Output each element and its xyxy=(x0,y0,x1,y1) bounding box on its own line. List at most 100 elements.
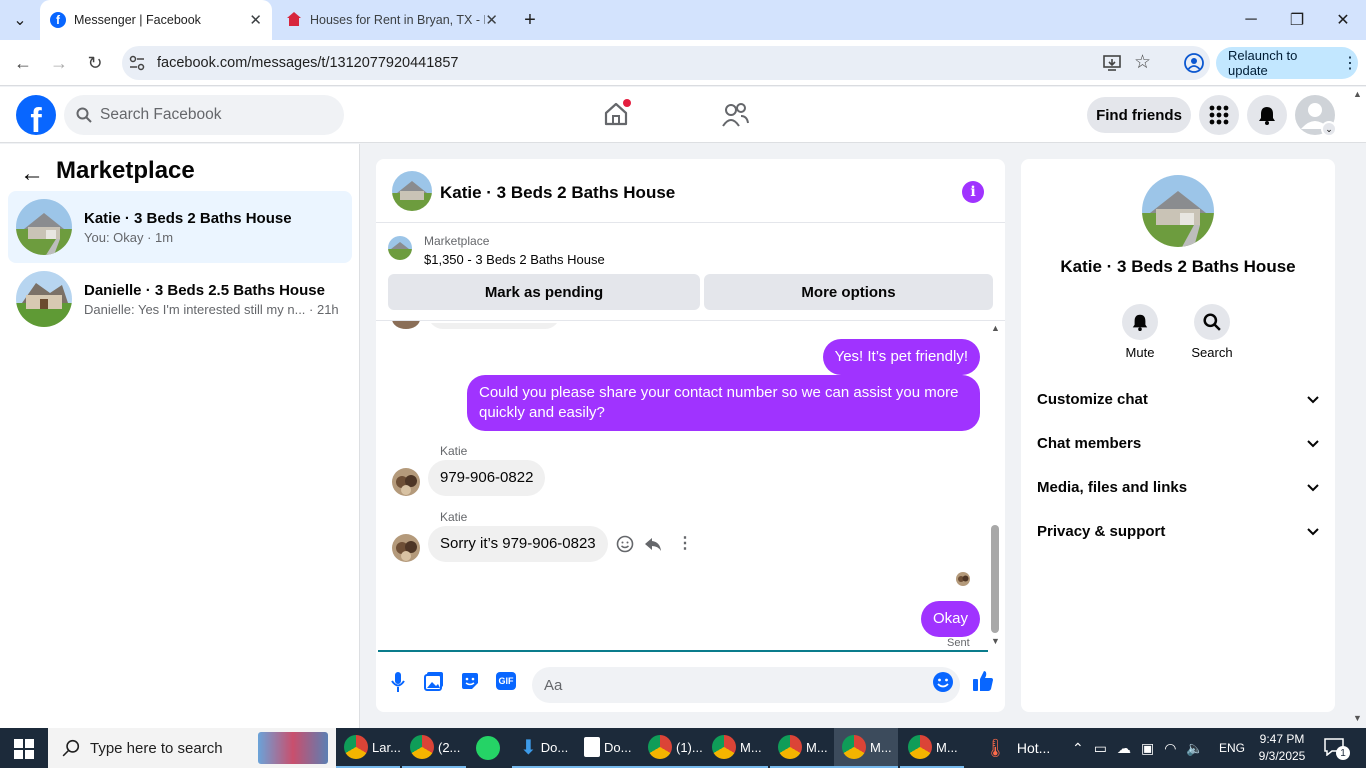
search-in-chat-icon[interactable] xyxy=(1194,304,1230,340)
tab-houses[interactable]: Houses for Rent in Bryan, TX - D ✕ xyxy=(276,0,508,40)
battery-icon[interactable]: ▭ xyxy=(1094,740,1107,757)
find-friends-button[interactable]: Find friends xyxy=(1087,97,1191,133)
language-indicator[interactable]: ENG xyxy=(1219,728,1245,768)
clock[interactable]: 9:47 PM 9/3/2025 xyxy=(1258,731,1306,765)
message-incoming[interactable]: 979-906-0822 xyxy=(428,460,546,496)
taskbar-app-downloads[interactable]: ⬇ Do... xyxy=(512,728,576,768)
new-tab-icon[interactable]: + xyxy=(510,0,550,40)
message-outgoing[interactable]: Yes! It’s pet friendly! xyxy=(822,339,980,375)
taskbar-app-document[interactable]: Do... xyxy=(576,728,640,768)
gif-icon[interactable]: GIF xyxy=(496,672,516,690)
taskbar-app-chrome-5[interactable]: M... xyxy=(770,728,834,768)
chevron-up-icon[interactable]: ⌃ xyxy=(1072,740,1084,757)
section-label: Privacy & support xyxy=(1037,523,1166,540)
close-window-icon[interactable]: ✕ xyxy=(1320,0,1366,40)
account-chevron-icon[interactable]: ⌄ xyxy=(1321,121,1337,137)
microphone-icon[interactable] xyxy=(390,671,406,698)
chat-members-section[interactable]: Chat members xyxy=(1037,435,1319,452)
forward-icon[interactable]: → xyxy=(44,48,74,78)
mark-as-pending-button[interactable]: Mark as pending xyxy=(388,274,700,310)
more-options-button[interactable]: More options xyxy=(704,274,993,310)
taskbar-app-chrome-2[interactable]: (2... xyxy=(402,728,466,768)
scroll-down-arrow[interactable]: ▼ xyxy=(991,636,1000,646)
cloud-icon[interactable]: ☁ xyxy=(1117,740,1131,757)
scrollbar-thumb[interactable] xyxy=(991,525,999,633)
profile-icon[interactable] xyxy=(1183,52,1205,79)
tab-search-icon[interactable]: ⌄ xyxy=(0,0,40,40)
bookmark-star-icon[interactable]: ☆ xyxy=(1134,51,1151,74)
menu-grid-icon[interactable] xyxy=(1199,95,1239,135)
taskbar-app-chrome-active[interactable]: M... xyxy=(834,728,898,768)
message-outgoing[interactable]: Okay xyxy=(920,601,980,637)
sticker-icon[interactable] xyxy=(460,671,480,696)
install-app-icon[interactable] xyxy=(1102,53,1122,78)
volume-icon[interactable]: 🔈 xyxy=(1186,740,1203,757)
back-arrow-icon[interactable]: ← xyxy=(20,160,44,188)
taskbar-app-whatsapp[interactable] xyxy=(468,728,512,768)
privacy-support-section[interactable]: Privacy & support xyxy=(1037,523,1319,540)
react-emoji-icon[interactable] xyxy=(616,535,634,558)
device-icon[interactable]: ▣ xyxy=(1141,740,1154,757)
scroll-up-arrow[interactable]: ▲ xyxy=(991,323,1000,333)
taskbar-app-chrome-6[interactable]: M... xyxy=(900,728,964,768)
message-incoming[interactable]: Sorry it’s 979-906-0823 xyxy=(428,526,608,562)
notification-center-icon[interactable]: 1 xyxy=(1324,738,1350,760)
page-scroll-up-arrow[interactable]: ▲ xyxy=(1353,89,1362,99)
windows-start-icon[interactable] xyxy=(14,739,34,764)
message-input[interactable]: Aa xyxy=(532,667,960,703)
search-icon xyxy=(62,739,80,757)
details-avatar[interactable] xyxy=(1142,175,1214,247)
friends-icon[interactable] xyxy=(721,102,749,133)
media-files-links-section[interactable]: Media, files and links xyxy=(1037,479,1319,496)
katie-avatar[interactable] xyxy=(392,534,420,562)
relaunch-button[interactable]: Relaunch to update ⋮ xyxy=(1216,47,1358,79)
home-notification-dot xyxy=(623,99,631,107)
home-icon[interactable] xyxy=(603,99,631,132)
customize-chat-section[interactable]: Customize chat xyxy=(1037,391,1319,408)
notification-count: 1 xyxy=(1336,746,1350,760)
info-icon[interactable]: i xyxy=(962,181,984,203)
thumbs-up-icon[interactable] xyxy=(972,669,994,698)
conversation-name: Katie · 3 Beds 2 Baths House xyxy=(84,209,292,227)
restore-icon[interactable]: ❐ xyxy=(1274,0,1320,40)
taskbar-app-chrome-1[interactable]: Lar... xyxy=(336,728,401,768)
emoji-icon[interactable] xyxy=(932,671,954,698)
close-tab-icon[interactable]: ✕ xyxy=(485,11,498,29)
katie-avatar[interactable] xyxy=(392,468,420,496)
photo-icon[interactable] xyxy=(424,671,444,696)
taskbar-app-chrome-3[interactable]: (1)... xyxy=(640,728,704,768)
url-text[interactable]: facebook.com/messages/t/1312077920441857 xyxy=(157,55,459,71)
close-tab-icon[interactable]: ✕ xyxy=(249,11,262,29)
chrome-icon xyxy=(410,735,434,759)
taskbar-app-label: M... xyxy=(870,739,892,755)
chrome-icon xyxy=(908,735,932,759)
back-icon[interactable]: ← xyxy=(8,48,38,78)
message-outgoing[interactable]: Could you please share your contact numb… xyxy=(467,375,980,431)
marketplace-label: Marketplace xyxy=(424,234,490,248)
more-actions-icon[interactable]: ⋮ xyxy=(677,533,693,553)
listing-price-title[interactable]: $1,350 - 3 Beds 2 Baths House xyxy=(424,252,605,267)
reload-icon[interactable]: ↻ xyxy=(80,48,110,78)
page-scroll-down-arrow[interactable]: ▼ xyxy=(1353,713,1362,723)
minimize-icon[interactable]: ─ xyxy=(1228,0,1274,40)
chat-avatar[interactable] xyxy=(392,171,432,211)
search-label: Search xyxy=(1191,345,1233,360)
notifications-bell-icon[interactable] xyxy=(1247,95,1287,135)
conversation-item-katie[interactable]: Katie · 3 Beds 2 Baths House You: Okay ·… xyxy=(8,191,352,263)
taskbar-app-chrome-4[interactable]: M... xyxy=(704,728,768,768)
wifi-icon[interactable]: ◠ xyxy=(1164,740,1176,757)
facebook-logo-icon[interactable]: f xyxy=(16,95,56,135)
document-icon xyxy=(584,737,600,757)
listing-thumbnail[interactable] xyxy=(388,236,412,260)
mute-bell-icon[interactable] xyxy=(1122,304,1158,340)
tab-messenger[interactable]: f Messenger | Facebook ✕ xyxy=(40,0,272,40)
reply-icon[interactable] xyxy=(644,535,662,558)
site-info-icon[interactable] xyxy=(128,54,146,77)
chat-title[interactable]: Katie · 3 Beds 2 Baths House xyxy=(440,183,675,203)
kebab-menu-icon[interactable]: ⋮ xyxy=(1342,53,1358,73)
conversation-item-danielle[interactable]: Danielle · 3 Beds 2.5 Baths House Daniel… xyxy=(8,263,352,335)
weather-widget[interactable]: 🌡 Hot... xyxy=(984,728,1050,768)
details-name: Katie · 3 Beds 2 Baths House xyxy=(1060,257,1296,276)
taskbar-search[interactable]: Type here to search xyxy=(48,728,336,768)
facebook-search-input[interactable]: Search Facebook xyxy=(64,95,344,135)
